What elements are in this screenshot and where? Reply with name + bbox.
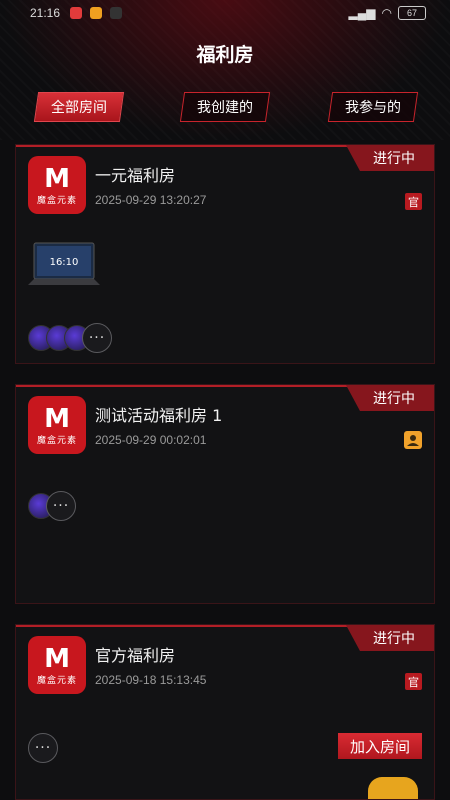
logo-text: 魔盒元素: [36, 435, 77, 446]
notification-icon: [70, 7, 82, 19]
room-logo: M 魔盒元素: [28, 636, 86, 694]
tab-label: 全部房间: [51, 100, 107, 116]
logo-mark: M: [44, 643, 70, 674]
logo-mark: M: [44, 403, 70, 434]
room-logo: M 魔盒元素: [28, 396, 86, 454]
page-title: 福利房: [196, 44, 254, 66]
notification-icon: [90, 7, 102, 19]
room-date: 2025-09-18 15:13:45: [95, 673, 207, 687]
participant-avatars[interactable]: ···: [28, 323, 112, 353]
room-logo: M 魔盒元素: [28, 156, 86, 214]
tab-all-rooms[interactable]: 全部房间: [33, 92, 125, 122]
battery-icon: 67: [398, 6, 426, 20]
join-room-button[interactable]: 加入房间: [338, 733, 422, 759]
official-tag: 官: [405, 673, 422, 690]
more-participants-button[interactable]: ···: [28, 733, 58, 763]
room-card[interactable]: 进行中 M 魔盒元素 一元福利房 2025-09-29 13:20:27 官 1…: [15, 144, 435, 364]
status-badge: 进行中: [346, 625, 434, 651]
room-name: 测试活动福利房 1: [95, 406, 223, 425]
status-badge: 进行中: [346, 385, 434, 411]
tab-my-joined[interactable]: 我参与的: [327, 92, 419, 122]
room-date: 2025-09-29 00:02:01: [95, 433, 207, 447]
signal-icon: ▂▄▆: [348, 6, 376, 20]
status-time: 21:16: [30, 6, 61, 20]
wifi-icon: ◠: [381, 6, 392, 20]
room-name: 一元福利房: [95, 166, 176, 185]
participant-avatars[interactable]: ···: [28, 491, 76, 521]
official-tag: 官: [405, 193, 422, 210]
tab-my-created[interactable]: 我创建的: [179, 92, 271, 122]
tab-label: 我参与的: [345, 100, 401, 116]
laptop-screen-time: 16:10: [50, 257, 79, 268]
room-date: 2025-09-29 13:20:27: [95, 193, 207, 207]
user-icon: [404, 431, 422, 449]
more-participants-button[interactable]: ···: [82, 323, 112, 353]
room-name: 官方福利房: [95, 646, 176, 665]
laptop-prize-image: 16:10: [28, 241, 100, 293]
room-card[interactable]: 进行中 M 魔盒元素 测试活动福利房 1 2025-09-29 00:02:01…: [15, 384, 435, 604]
tab-label: 我创建的: [197, 100, 253, 116]
more-participants-button[interactable]: ···: [46, 491, 76, 521]
room-card[interactable]: 进行中 M 魔盒元素 官方福利房 2025-09-18 15:13:45 官 ·…: [15, 624, 435, 800]
status-badge: 进行中: [346, 145, 434, 171]
participant-avatars[interactable]: ···: [28, 733, 58, 763]
notification-icon: [110, 7, 122, 19]
logo-text: 魔盒元素: [36, 195, 77, 206]
logo-mark: M: [44, 163, 70, 194]
floating-action-button[interactable]: [368, 777, 418, 799]
logo-text: 魔盒元素: [36, 675, 77, 686]
status-bar: 21:16 ▂▄▆ ◠ 67: [0, 0, 450, 28]
